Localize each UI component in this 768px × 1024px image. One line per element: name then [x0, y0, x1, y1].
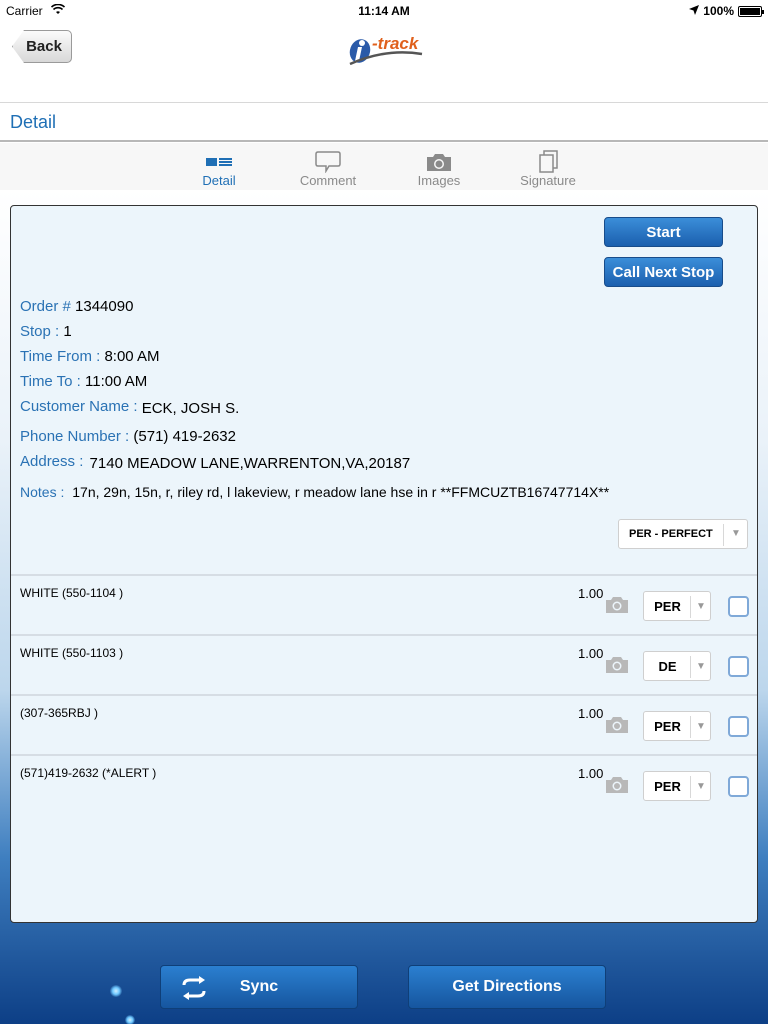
phone-label: Phone Number :	[20, 428, 130, 445]
tab-signature[interactable]: Signature	[493, 143, 603, 190]
item-qty: 1.00	[578, 766, 604, 781]
decorative-glow	[110, 985, 122, 997]
chevron-down-icon: ▼	[696, 601, 706, 612]
item-checkbox[interactable]	[728, 596, 749, 617]
item-checkbox[interactable]	[728, 716, 749, 737]
order-label: Order #	[20, 298, 71, 315]
sync-label: Sync	[239, 978, 279, 995]
chevron-down-icon: ▼	[731, 528, 741, 539]
tab-label: Comment	[299, 173, 357, 188]
battery-icon	[738, 5, 764, 17]
decorative-glow	[125, 1015, 135, 1024]
itrack-logo: -track	[346, 34, 426, 72]
notes-value: 17n, 29n, 15n, r, riley rd, l lakeview, …	[72, 484, 610, 500]
notes-label: Notes :	[20, 484, 65, 500]
item-row: (571)419-2632 (*ALERT ) 1.00 PER ▼	[11, 754, 757, 814]
notes-field: Notes : 17n, 29n, 15n, r, riley rd, l la…	[20, 484, 609, 500]
sync-icon	[181, 975, 207, 1001]
item-name: WHITE (550-1103 )	[20, 646, 124, 660]
battery-percent: 100%	[703, 4, 734, 18]
camera-icon[interactable]	[605, 596, 629, 614]
stop-label: Stop :	[20, 323, 60, 340]
clock: 11:14 AM	[358, 4, 410, 18]
tab-label: Signature	[520, 173, 576, 188]
item-status-select[interactable]: DE ▼	[643, 651, 711, 681]
item-row: WHITE (550-1103 ) 1.00 DE ▼	[11, 634, 757, 694]
logo-text: -track	[372, 34, 419, 53]
page-title: Detail	[10, 112, 57, 132]
select-divider	[690, 656, 691, 678]
stop-field: Stop : 1	[20, 323, 72, 340]
address-field: Address : 7140 MEADOW LANE,WARRENTON,VA,…	[20, 453, 411, 472]
status-bar: Carrier 11:14 AM 100%	[0, 0, 768, 22]
nav-bar: Back -track	[0, 22, 768, 102]
back-button[interactable]: Back	[12, 30, 72, 63]
sync-button[interactable]: Sync	[160, 965, 358, 1009]
stop-value: 1	[63, 323, 72, 340]
item-row: (307-365RBJ ) 1.00 PER ▼	[11, 694, 757, 754]
item-name: (571)419-2632 (*ALERT )	[20, 766, 157, 780]
time-from-value: 8:00 AM	[104, 348, 160, 365]
item-checkbox[interactable]	[728, 776, 749, 797]
time-to-label: Time To :	[20, 373, 81, 390]
item-qty: 1.00	[578, 706, 604, 721]
address-value[interactable]: 7140 MEADOW LANE,WARRENTON,VA,20187	[90, 455, 411, 472]
address-label: Address :	[20, 453, 84, 470]
item-status-value: PER	[654, 779, 681, 794]
order-field: Order # 1344090	[20, 298, 133, 315]
customer-value: ECK, JOSH S.	[141, 400, 240, 417]
item-status-value: PER	[654, 719, 681, 734]
list-icon	[164, 149, 274, 175]
select-divider	[690, 596, 691, 618]
item-name: WHITE (550-1104 )	[20, 586, 124, 600]
item-qty: 1.00	[578, 586, 604, 601]
select-divider	[690, 716, 691, 738]
item-qty: 1.00	[578, 646, 604, 661]
tab-label: Images	[417, 173, 461, 188]
tab-images[interactable]: Images	[384, 143, 494, 190]
document-stack-icon	[493, 149, 603, 175]
item-status-select[interactable]: PER ▼	[643, 711, 711, 741]
get-directions-button[interactable]: Get Directions	[408, 965, 606, 1009]
camera-icon[interactable]	[605, 656, 629, 674]
item-name: (307-365RBJ )	[20, 706, 99, 720]
select-divider	[690, 776, 691, 798]
customer-field: Customer Name : ECK, JOSH S.	[20, 398, 240, 417]
order-status-select[interactable]: PER - PERFECT ▼	[618, 519, 748, 549]
order-value: 1344090	[75, 298, 134, 315]
customer-label: Customer Name :	[20, 398, 138, 415]
tab-bar: Detail Comment Images Signature	[0, 143, 768, 190]
time-from-field: Time From : 8:00 AM	[20, 348, 160, 365]
camera-icon[interactable]	[605, 776, 629, 794]
camera-icon	[384, 149, 494, 175]
item-status-value: DE	[658, 659, 677, 674]
camera-icon[interactable]	[605, 716, 629, 734]
call-next-stop-button[interactable]: Call Next Stop	[604, 257, 723, 287]
comment-bubble-icon	[273, 149, 383, 175]
item-checkbox[interactable]	[728, 656, 749, 677]
chevron-down-icon: ▼	[696, 661, 706, 672]
detail-card: Start Call Next Stop Order # 1344090 Sto…	[10, 205, 758, 923]
time-from-label: Time From :	[20, 348, 101, 365]
item-status-value: PER	[654, 599, 681, 614]
chevron-down-icon: ▼	[696, 781, 706, 792]
start-button[interactable]: Start	[604, 217, 723, 247]
tab-label: Detail	[202, 173, 236, 188]
select-divider	[723, 524, 724, 546]
item-row: WHITE (550-1104 ) 1.00 PER ▼	[11, 574, 757, 634]
phone-value[interactable]: (571) 419-2632	[133, 428, 236, 445]
location-arrow-icon	[689, 4, 700, 18]
item-status-select[interactable]: PER ▼	[643, 591, 711, 621]
item-status-select[interactable]: PER ▼	[643, 771, 711, 801]
time-to-field: Time To : 11:00 AM	[20, 373, 147, 390]
tab-comment[interactable]: Comment	[273, 143, 383, 190]
title-row: Detail	[0, 102, 768, 142]
time-to-value: 11:00 AM	[85, 373, 148, 390]
tab-detail[interactable]: Detail	[164, 143, 274, 190]
phone-field: Phone Number : (571) 419-2632	[20, 428, 236, 445]
order-status-value: PER - PERFECT	[629, 528, 713, 540]
chevron-down-icon: ▼	[696, 721, 706, 732]
